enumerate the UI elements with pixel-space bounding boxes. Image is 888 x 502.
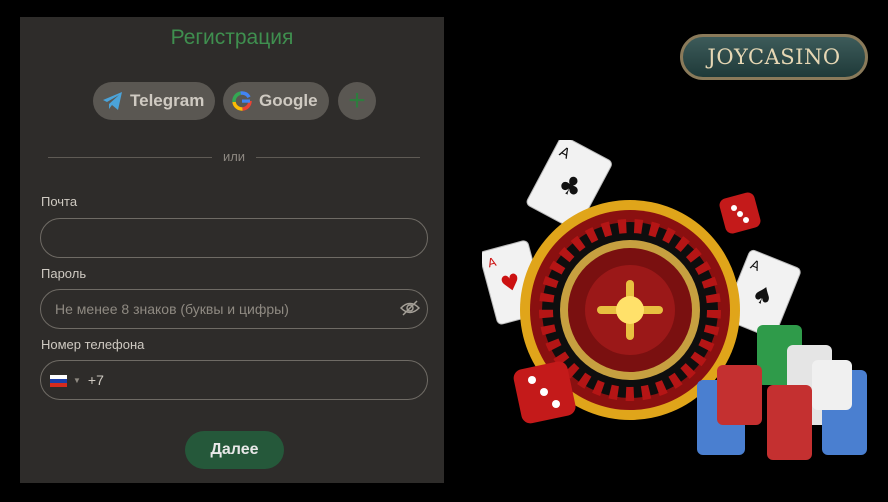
casino-illustration: A ♣ A ♥ A ♠: [482, 140, 867, 460]
toggle-password-visibility-icon[interactable]: [400, 300, 420, 316]
joycasino-logo: JOYCASINO: [680, 34, 868, 80]
google-login-button[interactable]: Google: [223, 82, 329, 120]
phone-prefix: +7: [87, 372, 104, 388]
email-label: Почта: [41, 194, 78, 209]
phone-label: Номер телефона: [41, 337, 145, 352]
form-title: Регистрация: [170, 26, 294, 49]
google-icon: [232, 91, 252, 111]
password-field[interactable]: [40, 289, 428, 329]
email-field[interactable]: [40, 218, 428, 258]
red-dice-top: [719, 192, 761, 234]
google-label: Google: [259, 91, 318, 110]
chevron-down-icon: ▼: [73, 375, 81, 385]
telegram-label: Telegram: [130, 91, 205, 110]
logo-text: JOYCASINO: [707, 45, 841, 69]
password-label: Пароль: [41, 266, 87, 281]
phone-country-selector[interactable]: ▼ +7: [50, 372, 104, 388]
more-login-options-button[interactable]: +: [338, 82, 376, 120]
telegram-login-button[interactable]: Telegram: [93, 82, 215, 120]
red-dice-bottom: [513, 361, 576, 424]
plus-icon: +: [348, 84, 366, 117]
registration-panel: Регистрация Telegram Google + или Почта …: [20, 17, 444, 483]
next-button[interactable]: Далее: [185, 431, 284, 469]
or-divider: или: [48, 149, 420, 165]
telegram-icon: [103, 92, 122, 110]
russia-flag-icon: [50, 374, 67, 387]
